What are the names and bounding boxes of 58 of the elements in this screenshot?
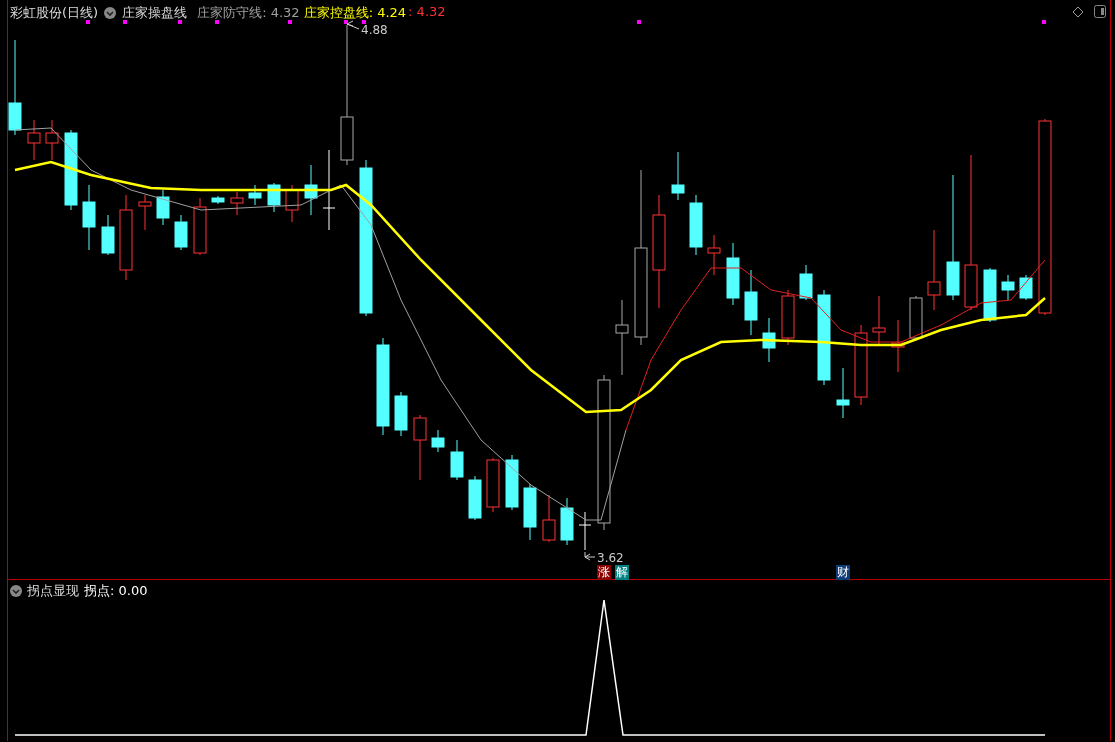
candlestick (230, 191, 244, 216)
indicator-name: 拐点显现 (27, 582, 79, 600)
candlestick (1019, 274, 1033, 301)
arrow-icon (584, 551, 596, 561)
candlestick (45, 119, 59, 161)
candlestick (671, 151, 685, 201)
candlestick (304, 164, 318, 216)
candlestick (707, 234, 721, 276)
candlestick (431, 429, 445, 453)
candlestick (193, 197, 207, 256)
candlestick (560, 497, 574, 546)
candlestick (836, 367, 850, 419)
candlestick (450, 439, 464, 481)
candlestick (1001, 274, 1015, 301)
candlestick (762, 317, 776, 363)
signal-tag: 涨 (597, 565, 611, 580)
legend-value: : 4.32 (408, 4, 446, 21)
candlestick (726, 242, 740, 306)
candlestick (285, 184, 299, 223)
diamond-icon[interactable] (1072, 5, 1084, 18)
panel-toggle-icon[interactable] (1094, 5, 1106, 18)
legend-value: 庄家防守线: 4.32 (197, 4, 300, 22)
signal-tag: 财 (836, 565, 850, 580)
high-price-label: 4.88 (361, 23, 388, 37)
low-price-label: 3.62 (597, 551, 624, 565)
legend-value: 庄家控盘线: 4.24 (303, 4, 407, 22)
indicator-name: 庄家操盘线 (122, 4, 188, 22)
candlestick (413, 414, 427, 481)
candlestick (394, 391, 408, 437)
candlestick (799, 264, 813, 301)
indicator-value: 拐点: 0.00 (84, 582, 148, 600)
candlestick (156, 189, 170, 226)
chart-title: 彩虹股份(日线) (10, 4, 99, 22)
candlestick (138, 194, 152, 231)
arrow-icon (346, 20, 360, 30)
candlestick (486, 457, 500, 513)
candlestick (505, 454, 519, 511)
candlestick (872, 295, 886, 346)
candlestick (983, 267, 997, 323)
candlestick (27, 119, 41, 161)
signal-tag: 解 (615, 565, 629, 580)
dropdown-icon[interactable] (10, 585, 22, 597)
candlestick (174, 214, 188, 251)
candlestick (267, 182, 281, 213)
candlestick (82, 184, 96, 251)
candlestick (248, 184, 262, 206)
candlestick (523, 483, 537, 541)
candlestick (744, 269, 758, 336)
candlestick (101, 214, 115, 256)
candlestick (689, 194, 703, 256)
candlestick (909, 295, 923, 341)
candlestick (468, 475, 482, 521)
dropdown-icon[interactable] (104, 7, 117, 19)
candlestick (578, 511, 592, 551)
candlestick (891, 319, 905, 373)
candlestick (211, 195, 225, 205)
candlestick (781, 289, 795, 346)
candlestick (542, 494, 556, 543)
